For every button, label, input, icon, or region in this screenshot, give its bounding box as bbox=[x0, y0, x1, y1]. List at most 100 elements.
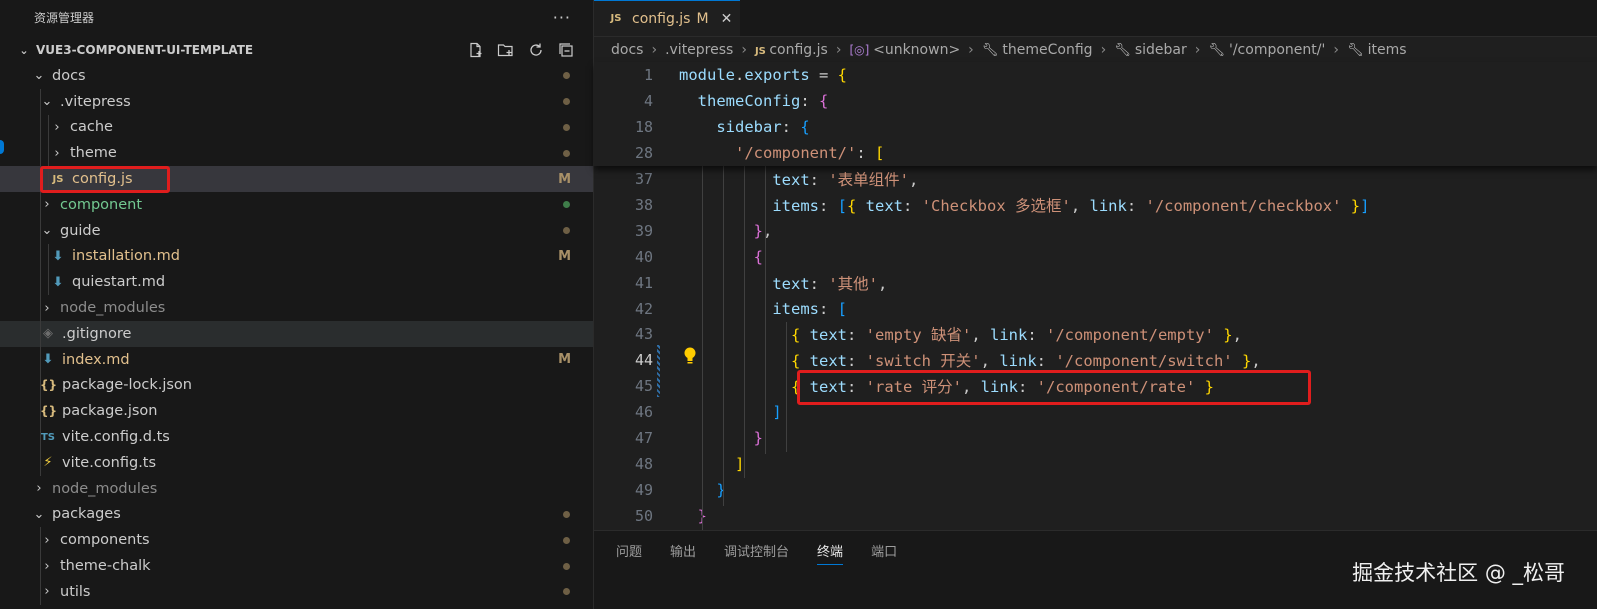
code-token: } bbox=[679, 429, 763, 447]
more-actions-icon[interactable]: ··· bbox=[553, 8, 571, 27]
tree-item[interactable]: ⌄ .vitepress bbox=[0, 88, 593, 115]
tree-item-label: utils bbox=[60, 583, 91, 600]
chevron-right-icon: › bbox=[44, 558, 50, 574]
wrench-icon: 🔧︎ bbox=[981, 43, 1003, 58]
code-token: themeConfig bbox=[679, 92, 801, 110]
tree-item[interactable]: › node_modules bbox=[0, 295, 593, 321]
code-token: : bbox=[856, 144, 875, 162]
status-dot bbox=[563, 149, 570, 157]
chevron-right-icon: › bbox=[741, 42, 747, 58]
code-text: text: '其他', bbox=[679, 272, 887, 294]
indent-guide bbox=[40, 191, 41, 218]
close-icon[interactable]: ✕ bbox=[721, 11, 733, 27]
collapse-all-icon[interactable] bbox=[557, 41, 575, 59]
line-number: 49 bbox=[634, 480, 653, 499]
new-folder-icon[interactable] bbox=[497, 41, 515, 59]
code-token: exports bbox=[744, 66, 810, 84]
code-text: '/component/': [ bbox=[679, 144, 884, 162]
tree-item[interactable]: {} package-lock.json bbox=[0, 372, 593, 399]
tree-item[interactable]: TS vite.config.d.ts bbox=[0, 424, 593, 450]
breadcrumb: docs › .vitepress › JS config.js › [◎] <unknow… bbox=[611, 38, 1407, 62]
breadcrumb-item[interactable]: 🔧︎ sidebar bbox=[1114, 42, 1187, 58]
tab-config-js[interactable]: JS config.js M ✕ bbox=[594, 0, 740, 36]
tree-item[interactable]: ⬇ quiestart.md bbox=[0, 269, 593, 296]
code-text: { text: 'switch 开关', link: '/component/s… bbox=[679, 349, 1261, 371]
indent-guide bbox=[48, 243, 49, 270]
indent-guide bbox=[40, 269, 41, 296]
panel-tab[interactable]: 终端 bbox=[817, 541, 844, 565]
tree-item[interactable]: ⬇ installation.md M bbox=[0, 243, 593, 270]
panel-tab[interactable]: 端口 bbox=[871, 541, 897, 565]
modified-lines-gutter bbox=[657, 345, 660, 397]
breadcrumb-item[interactable]: .vitepress bbox=[665, 42, 733, 58]
panel-tab[interactable]: 问题 bbox=[616, 541, 642, 565]
code-token: 'switch 开关' bbox=[865, 352, 981, 371]
line-number: 40 bbox=[634, 247, 653, 266]
panel-tab[interactable]: 输出 bbox=[670, 541, 696, 565]
indent-guide bbox=[40, 140, 41, 167]
javascript-file-icon: JS bbox=[754, 46, 770, 57]
indent-guide bbox=[40, 578, 41, 605]
status-dot bbox=[563, 588, 570, 596]
editor-tab-bar: JS config.js M ✕ bbox=[594, 0, 1597, 37]
code-token: { bbox=[800, 118, 810, 136]
code-line: 18 sidebar: { bbox=[594, 114, 1597, 140]
wrench-icon: 🔧︎ bbox=[1346, 43, 1368, 58]
code-line: 49 } bbox=[594, 477, 1597, 503]
wrench-icon: 🔧︎ bbox=[1114, 43, 1135, 58]
code-token: { bbox=[679, 247, 763, 266]
tree-item[interactable]: {} package.json bbox=[0, 398, 593, 425]
indent-guide bbox=[40, 424, 41, 450]
tree-item[interactable]: › component bbox=[0, 191, 593, 218]
breadcrumb-item[interactable]: 🔧︎ items bbox=[1347, 42, 1407, 58]
project-name: VUE3-COMPONENT-UI-TEMPLATE bbox=[36, 43, 254, 57]
tree-item[interactable]: › cache bbox=[0, 114, 593, 141]
code-token: '/component/' bbox=[735, 144, 857, 162]
new-file-icon[interactable] bbox=[467, 41, 485, 59]
tree-item[interactable]: › node_modules bbox=[0, 476, 593, 502]
tree-item[interactable]: › components bbox=[0, 527, 593, 554]
tree-item[interactable]: › theme-chalk bbox=[0, 553, 593, 579]
status-dot bbox=[563, 227, 570, 235]
code-line: 50 } bbox=[594, 503, 1597, 529]
tree-item[interactable]: ⌄ guide bbox=[0, 217, 593, 244]
code-token: '/component/switch' bbox=[1055, 352, 1233, 371]
code-token: : bbox=[818, 299, 838, 318]
code-token: : bbox=[1126, 196, 1146, 215]
breadcrumb-item[interactable]: 🔧︎ themeConfig bbox=[982, 42, 1093, 58]
tree-item[interactable]: ⬇ index.md M bbox=[0, 346, 593, 373]
tree-item[interactable]: › utils bbox=[0, 578, 593, 605]
breadcrumb-item[interactable]: JS config.js bbox=[755, 42, 828, 58]
tree-item-label: package-lock.json bbox=[62, 377, 192, 394]
breadcrumb-item[interactable]: [◎] <unknown> bbox=[849, 42, 960, 58]
javascript-file-icon: JS bbox=[610, 13, 622, 24]
lightbulb-icon[interactable] bbox=[683, 346, 697, 366]
tree-item[interactable]: ⚡ vite.config.ts bbox=[0, 449, 593, 476]
tree-item[interactable]: ◈ .gitignore bbox=[0, 320, 593, 347]
tree-item[interactable]: ⌄ docs bbox=[0, 63, 593, 89]
line-number: 37 bbox=[634, 170, 653, 188]
tree-item[interactable]: › theme bbox=[0, 140, 593, 167]
vite-file-icon: ⚡ bbox=[43, 455, 53, 471]
tree-item-label: node_modules bbox=[60, 300, 166, 317]
chevron-down-icon: ⌄ bbox=[41, 94, 53, 110]
chevron-right-icon: › bbox=[1194, 42, 1201, 58]
breadcrumb-item[interactable]: docs bbox=[611, 42, 643, 58]
modified-badge: M bbox=[558, 171, 571, 187]
line-number: 48 bbox=[634, 454, 653, 473]
project-root[interactable]: ⌄ VUE3-COMPONENT-UI-TEMPLATE bbox=[0, 38, 593, 62]
code-editor[interactable]: 1 module.exports = {4 themeConfig: {18 si… bbox=[594, 62, 1597, 530]
code-token: link bbox=[999, 352, 1037, 371]
tree-item[interactable]: ⌄ packages bbox=[0, 502, 593, 528]
status-dot bbox=[563, 562, 570, 570]
config-file-highlight bbox=[40, 166, 170, 193]
code-token: } bbox=[1232, 352, 1252, 371]
code-text: } bbox=[679, 429, 763, 447]
breadcrumb-label: docs bbox=[611, 42, 644, 58]
panel-tab[interactable]: 调试控制台 bbox=[724, 541, 789, 565]
refresh-icon[interactable] bbox=[527, 41, 545, 59]
chevron-right-icon: › bbox=[651, 42, 658, 58]
code-token: '/component/empty' bbox=[1045, 326, 1214, 345]
breadcrumb-item[interactable]: 🔧︎ '/component/' bbox=[1208, 42, 1325, 58]
modified-badge: M bbox=[558, 352, 571, 368]
